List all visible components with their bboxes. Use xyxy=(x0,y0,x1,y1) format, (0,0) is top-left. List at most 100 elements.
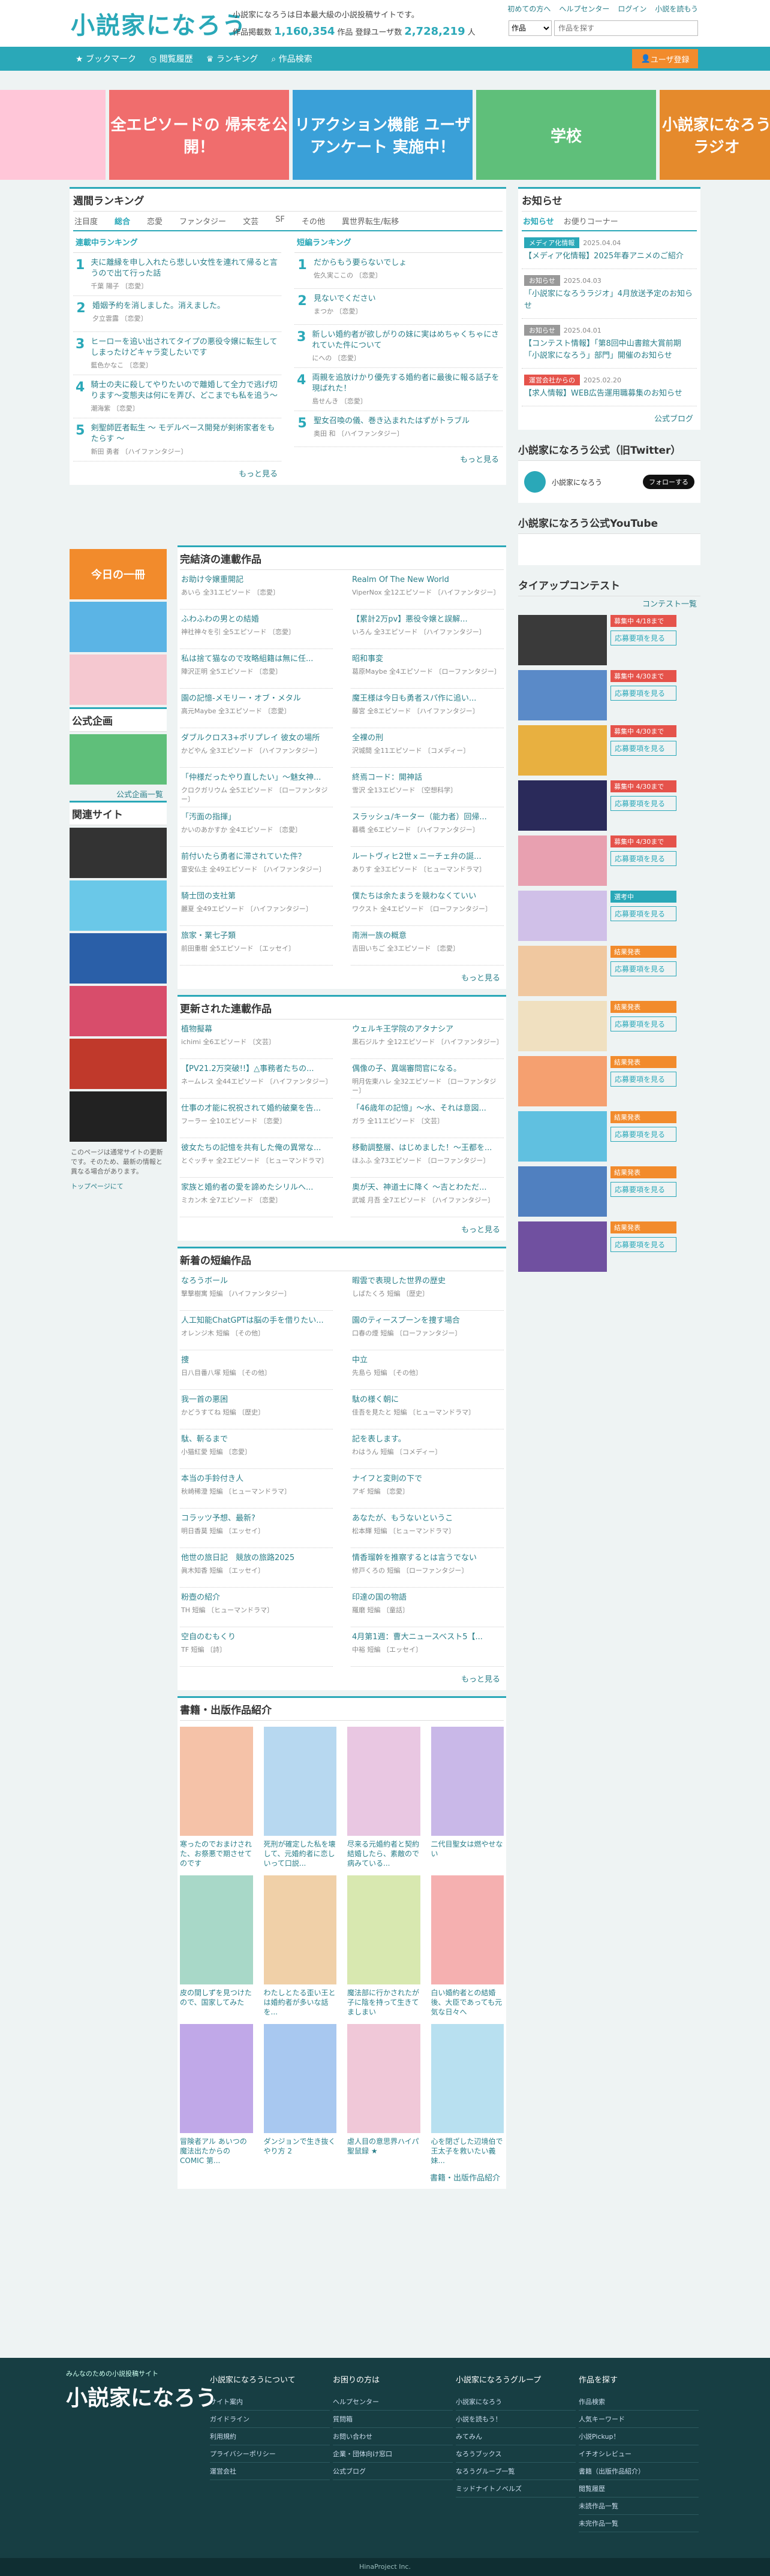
book-title[interactable]: 尽来る元婚約者と契約結婚したら、素敵ので病みている... xyxy=(347,1839,420,1868)
list-item[interactable]: 南洲一族の概意 吉田いちご 全3エピソード 〔恋愛〕 xyxy=(351,926,504,966)
list-item[interactable]: 彼女たちの記憶を共有した俺の異常な... とぐッチャ 全2エピソード 〔ヒューマン… xyxy=(180,1138,333,1178)
site-logo[interactable]: 小説家になろう xyxy=(71,6,247,41)
item-title[interactable]: 昭和事変 xyxy=(352,654,503,665)
footer-link[interactable]: 公式ブログ xyxy=(333,2463,453,2480)
related-site[interactable] xyxy=(70,986,167,1036)
book-item[interactable]: 魔法部に行かされたが子に陰を持って生きてましまい xyxy=(347,1875,420,2017)
item-title[interactable]: ウェルキ王学院のアタナシア xyxy=(352,1024,503,1035)
list-item[interactable]: 園の記憶-メモリー・オブ・メタル 高元Maybe 全3エピソード 〔恋愛〕 xyxy=(180,689,333,728)
list-item[interactable]: 魔王様は今日も勇者スパ作に追い... 藤宮 全8エピソード 〔ハイファンタジー〕 xyxy=(351,689,504,728)
list-item[interactable]: 本当の手鈴付き人 秋崎稀澄 短編 〔ヒューマンドラマ〕 xyxy=(180,1469,333,1509)
item-title[interactable]: コラッツ予想、最新? xyxy=(181,1513,332,1524)
book-cover[interactable] xyxy=(180,1727,253,1836)
item-title[interactable]: 偶像の子、異端審問官になる。 xyxy=(352,1064,503,1075)
list-item[interactable]: 園のティースプーンを捜す場合 口春の煙 短編 〔ローファンタジー〕 xyxy=(351,1311,504,1350)
tab-7[interactable]: 異世界転生/転移 xyxy=(342,215,399,227)
footer-link[interactable]: 未読作品一覧 xyxy=(579,2497,699,2515)
item-title[interactable]: 他世の旅日記 競放の旅路2025 xyxy=(181,1553,332,1564)
news-title[interactable]: 「小説家になろうラジオ」4月放送予定のお知らせ xyxy=(524,288,694,312)
item-title[interactable]: 園のティースプーンを捜す場合 xyxy=(352,1316,503,1326)
item-title[interactable]: ナイフと変則の下で xyxy=(352,1474,503,1485)
news-title[interactable]: 【メディア化情報】2025年春アニメのご紹介 xyxy=(524,251,694,263)
footer-link[interactable]: サイト案内 xyxy=(210,2393,330,2411)
item-title[interactable]: 人工知能ChatGPTは脳の手を借りたい... xyxy=(181,1316,332,1326)
follow-button[interactable]: フォローする xyxy=(643,475,694,489)
item-title[interactable]: 暇雲で表現した世界の歴史 xyxy=(352,1276,503,1287)
side-banner[interactable] xyxy=(70,654,167,705)
list-item[interactable]: なろうボール 撃撃樹寓 短編 〔ハイファンタジー〕 xyxy=(180,1271,333,1311)
contest-item[interactable]: 選考中 応募要項を見る xyxy=(518,891,700,941)
news-title[interactable]: 【コンテスト情報】「第8回中山書館大賞前期「小説家になろう」部門」開催のお知らせ xyxy=(524,338,694,362)
books-more-link[interactable]: 書籍・出版作品紹介 xyxy=(180,2165,504,2189)
list-item[interactable]: 我一首の悪困 かどうすてね 短編 〔歴史〕 xyxy=(180,1390,333,1429)
apply-link[interactable]: 応募要項を見る xyxy=(610,796,676,811)
footer-link[interactable]: ヘルプセンター xyxy=(333,2393,453,2411)
book-item[interactable]: 白い婚約者との結婚後、大臣であっても元気な日々へ xyxy=(431,1875,504,2017)
apply-link[interactable]: 応募要項を見る xyxy=(610,851,676,866)
rank-title[interactable]: ヒーローを追い出されてタイプの悪役令嬢に転生してしまったけどキャラ変したいです xyxy=(91,337,279,358)
book-title[interactable]: 皮の間しずを見つけたので、国家してみた xyxy=(180,1988,253,2017)
list-item[interactable]: 粉壺の紹介 TH 短編 〔ヒューマンドラマ〕 xyxy=(180,1588,333,1627)
more-link[interactable]: もっと見る xyxy=(180,1667,504,1690)
related-site[interactable] xyxy=(70,1039,167,1089)
news-title[interactable]: 【求人情報】WEB広告運用職募集のお知らせ xyxy=(524,388,694,400)
rank-title[interactable]: 見ないでください xyxy=(314,294,376,304)
related-site[interactable] xyxy=(70,1091,167,1142)
contest-image[interactable] xyxy=(518,1166,607,1217)
item-title[interactable]: 記を表します。 xyxy=(352,1434,503,1445)
book-cover[interactable] xyxy=(180,2024,253,2133)
news-item[interactable]: メディア化情報 2025.04.04 【メディア化情報】2025年春アニメのご紹介 xyxy=(522,231,697,269)
item-title[interactable]: 「汚面の指揮」 xyxy=(181,812,332,823)
rank-title[interactable]: 両親を追放けかり優先する婚約者に最後に報る話子を現ばれた！ xyxy=(312,373,500,394)
tab-0[interactable]: 注目度 xyxy=(74,215,98,227)
book-cover[interactable] xyxy=(431,1727,504,1836)
contest-more-link[interactable]: コンテスト一覧 xyxy=(518,596,700,610)
list-item[interactable]: 昭和事変 葛原Maybe 全4エピソード 〔ローファンタジー〕 xyxy=(351,649,504,689)
search-type-select[interactable]: 作品 xyxy=(509,20,552,36)
banner-0[interactable] xyxy=(0,90,106,180)
item-title[interactable]: あなたが、もうないというこ xyxy=(352,1513,503,1524)
book-item[interactable]: 尽来る元婚約者と契約結婚したら、素敵ので病みている... xyxy=(347,1727,420,1868)
apply-link[interactable]: 応募要項を見る xyxy=(610,686,676,701)
list-item[interactable]: 奥が天、神道士に降く 〜吉とわただ... 武城 月吾 全7エピソード 〔ハイファン… xyxy=(351,1178,504,1217)
footer-link[interactable]: 小説を読もう！ xyxy=(456,2411,576,2428)
footer-link[interactable]: プライバシーポリシー xyxy=(210,2445,330,2463)
nav-search[interactable]: ⌕ 作品検索 xyxy=(271,53,312,65)
item-title[interactable]: 騎士団の支社第 xyxy=(181,891,332,902)
list-item[interactable]: 「46歳年の記憶」〜水、それは意図... ガラ 全11エピソード 〔文芸〕 xyxy=(351,1099,504,1138)
book-item[interactable]: 心を閉ざした辺境伯で王太子を救いたい義妹... xyxy=(431,2024,504,2165)
item-title[interactable]: 植物擬幕 xyxy=(181,1024,332,1035)
list-item[interactable]: 暇雲で表現した世界の歴史 しばたくろ 短編 〔歴史〕 xyxy=(351,1271,504,1311)
link-beginner[interactable]: 初めての方へ xyxy=(507,4,551,14)
tab-4[interactable]: 文芸 xyxy=(243,215,258,227)
footer-link[interactable]: 利用規約 xyxy=(210,2428,330,2445)
item-title[interactable]: 「46歳年の記憶」〜水、それは意図... xyxy=(352,1103,503,1114)
contest-item[interactable]: 結果発表 応募要項を見る xyxy=(518,1221,700,1272)
list-item[interactable]: 駄の様く朝に 佳吾を見たと 短編 〔ヒューマンドラマ〕 xyxy=(351,1390,504,1429)
list-item[interactable]: スラッシュ/キーター（能力者）回帰... 暮橋 全6エピソード 〔ハイファンタジー… xyxy=(351,807,504,847)
book-title[interactable]: 二代目聖女は燃やせない xyxy=(431,1839,504,1868)
item-title[interactable]: 全裸の刑 xyxy=(352,733,503,744)
pub-more-link[interactable]: 公式企画一覧 xyxy=(70,787,167,801)
item-title[interactable]: 【PV21.2万突破!!】△事務者たちの... xyxy=(181,1064,332,1075)
item-title[interactable]: 我一首の悪困 xyxy=(181,1395,332,1405)
contest-image[interactable] xyxy=(518,780,607,831)
contest-image[interactable] xyxy=(518,835,607,886)
item-title[interactable]: 情香瑠幹を推察するとは言うでない xyxy=(352,1553,503,1564)
footer-link[interactable]: 小説Pickup！ xyxy=(579,2428,699,2445)
item-title[interactable]: 前付いたら勇者に滞されていた件？ xyxy=(181,852,332,862)
footer-link[interactable]: なろうグループ一覧 xyxy=(456,2463,576,2480)
item-title[interactable]: 南洲一族の概意 xyxy=(352,931,503,942)
book-cover[interactable] xyxy=(263,1875,336,1984)
apply-link[interactable]: 応募要項を見る xyxy=(610,741,676,756)
tab-5[interactable]: SF xyxy=(275,215,285,227)
more-link[interactable]: もっと見る xyxy=(180,1217,504,1241)
book-title[interactable]: 死刑が確定した私を壊して、元婚約者に恋しいって口説... xyxy=(264,1839,337,1868)
tab-1[interactable]: 総合 xyxy=(115,215,130,227)
item-title[interactable]: 中立 xyxy=(352,1355,503,1366)
rank-row[interactable]: 3 新しい婚約者が欲しがりの妹に実はめちゃくちゃにされていた件について にへの 〔恋… xyxy=(294,325,503,368)
list-item[interactable]: 【PV21.2万突破!!】△事務者たちの... ネームレス 全44エピソード 〔ハ… xyxy=(180,1059,333,1099)
book-cover[interactable] xyxy=(347,2024,420,2133)
contest-image[interactable] xyxy=(518,1111,607,1162)
apply-link[interactable]: 応募要項を見る xyxy=(610,1237,676,1252)
